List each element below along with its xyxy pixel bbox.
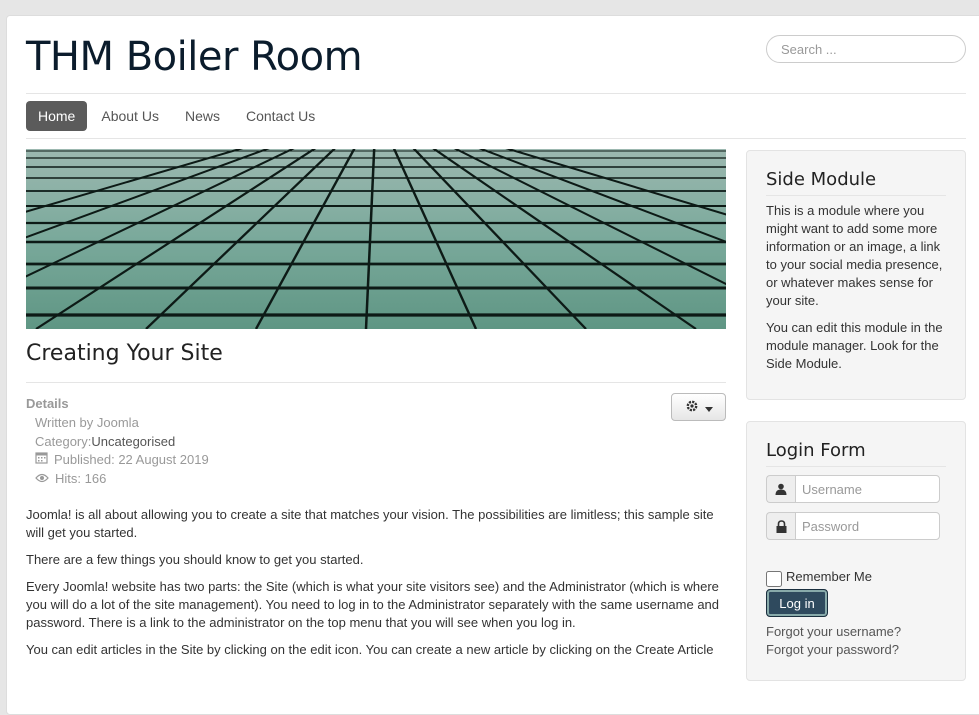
nav-about-us[interactable]: About Us — [89, 101, 171, 131]
password-input[interactable] — [795, 512, 940, 540]
published-text: Published: 22 August 2019 — [54, 452, 209, 467]
author-line: Written by Joomla — [35, 414, 209, 433]
remember-me[interactable]: Remember Me — [766, 565, 872, 587]
article-paragraph: You can edit articles in the Site by cli… — [26, 642, 714, 657]
details-label: Details — [26, 396, 69, 411]
article-details: Details Written by Joomla Category: Unca… — [26, 396, 209, 488]
hits-line: Hits: 166 — [35, 470, 209, 489]
nav-contact-us[interactable]: Contact Us — [234, 101, 327, 131]
side-module-text: This is a module where you might want to… — [766, 203, 943, 308]
side-module-title: Side Module — [766, 169, 946, 196]
category-label: Category: — [35, 433, 92, 449]
login-title: Login Form — [766, 440, 946, 467]
article-tools-button[interactable] — [671, 393, 726, 421]
forgot-password-link[interactable]: Forgot your password? — [766, 641, 901, 659]
category-line: Category: Uncategorised — [35, 433, 209, 452]
article-paragraph: Joomla! is all about allowing you to cre… — [26, 507, 714, 540]
nav-home[interactable]: Home — [26, 101, 88, 131]
site-title[interactable]: THM Boiler Room — [26, 34, 363, 80]
eye-icon — [35, 470, 49, 489]
login-links: Forgot your username? Forgot your passwo… — [766, 623, 901, 659]
login-module: Login Form Remember Me Log in Forgot you… — [746, 421, 966, 681]
hits-text: Hits: 166 — [55, 470, 107, 486]
login-button[interactable]: Log in — [766, 589, 828, 617]
password-group — [766, 512, 940, 540]
remember-me-label: Remember Me — [786, 568, 872, 584]
side-module: Side Module This is a module where you m… — [746, 150, 966, 400]
forgot-username-link[interactable]: Forgot your username? — [766, 623, 901, 641]
username-input[interactable] — [795, 475, 940, 503]
username-group — [766, 475, 940, 503]
article-paragraph: Every Joomla! website has two parts: the… — [26, 579, 720, 630]
search-input[interactable] — [766, 35, 966, 63]
gear-icon — [685, 399, 699, 416]
side-module-text: You can edit this module in the module m… — [766, 320, 943, 371]
user-icon — [766, 475, 795, 503]
lock-icon — [766, 512, 795, 540]
caret-down-icon — [704, 399, 713, 415]
banner-image — [26, 149, 726, 329]
divider — [26, 93, 966, 94]
remember-me-checkbox[interactable] — [766, 571, 782, 587]
category-link[interactable]: Uncategorised — [91, 433, 175, 452]
article-paragraph: There are a few things you should know t… — [26, 552, 364, 567]
divider — [26, 382, 726, 383]
calendar-icon — [35, 451, 48, 470]
article-title[interactable]: Creating Your Site — [26, 341, 223, 366]
page-container: THM Boiler Room Home About Us News Conta… — [6, 15, 979, 715]
published-line: Published: 22 August 2019 — [35, 451, 209, 470]
main-nav: Home About Us News Contact Us — [26, 101, 329, 131]
divider — [26, 138, 966, 139]
author-text: Written by Joomla — [35, 415, 139, 430]
article-body: Joomla! is all about allowing you to cre… — [26, 506, 726, 668]
nav-news[interactable]: News — [173, 101, 232, 131]
